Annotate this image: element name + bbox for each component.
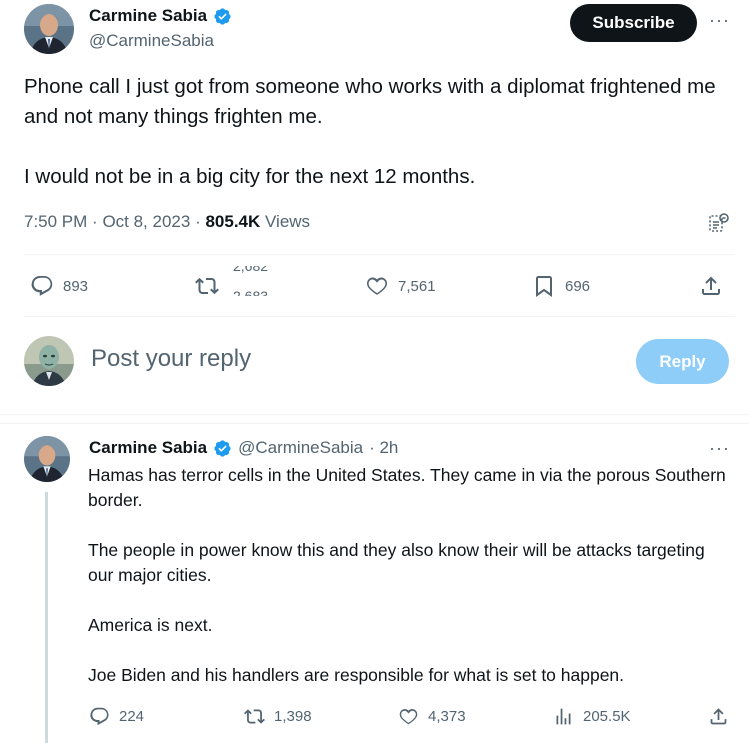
retweet-count: 2,682 2,683 [233, 266, 283, 296]
views-label: Views [265, 212, 311, 231]
like-count: 7,561 [398, 277, 436, 295]
reply-action[interactable]: 893 [30, 274, 88, 298]
thread-connector-line [45, 492, 48, 743]
tweet-paragraph: Joe Biden and his handlers are responsib… [88, 665, 625, 685]
verified-badge-icon[interactable] [213, 439, 232, 458]
tweet-paragraph: I would not be in a big city for the nex… [24, 165, 476, 188]
author-avatar[interactable] [24, 4, 74, 54]
share-icon [710, 708, 727, 725]
tweet-paragraph: Phone call I just got from someone who w… [24, 75, 716, 128]
author-name-row[interactable]: Carmine Sabia [89, 6, 232, 26]
tweet-date[interactable]: Oct 8, 2023 [102, 212, 190, 231]
subscribe-button[interactable]: Subscribe [570, 4, 697, 42]
views-count: 805.4K [205, 212, 261, 231]
grok-icon[interactable] [707, 211, 731, 240]
thread-share-action[interactable] [708, 706, 729, 727]
thread-tweet-age[interactable]: · 2h [369, 438, 398, 458]
verified-badge-icon[interactable] [213, 7, 232, 26]
section-separator [0, 414, 749, 424]
divider [24, 316, 735, 317]
thread-views-action[interactable]: 205.5K [553, 706, 631, 727]
more-icon[interactable]: ··· [709, 438, 730, 459]
views-icon [556, 708, 571, 725]
thread-views-count: 205.5K [583, 708, 631, 725]
thread-reply-count: 224 [119, 708, 145, 725]
thread-like-action[interactable]: 4,373 [398, 706, 466, 727]
thread-author-avatar[interactable] [24, 436, 70, 482]
author-name[interactable]: Carmine Sabia [89, 6, 207, 26]
reply-icon [90, 707, 109, 726]
thread-like-count: 4,373 [428, 708, 466, 725]
bookmark-action[interactable]: 696 [532, 274, 590, 298]
thread-author-handle[interactable]: @CarmineSabia [238, 438, 363, 458]
thread-author-row: Carmine Sabia @CarmineSabia · 2h [89, 438, 398, 458]
like-icon [399, 709, 418, 725]
tweet-paragraph: Hamas has terror cells in the United Sta… [88, 465, 726, 510]
reply-button[interactable]: Reply [636, 339, 729, 384]
more-icon[interactable]: ··· [709, 10, 730, 31]
share-action[interactable] [699, 274, 723, 298]
tweet-text: Phone call I just got from someone who w… [24, 72, 734, 222]
tweet-paragraph: America is next. [88, 615, 213, 635]
retweet-icon [244, 709, 265, 724]
bookmark-icon [536, 276, 552, 297]
retweet-count-previous: 2,682 [233, 266, 269, 274]
author-handle[interactable]: @CarmineSabia [89, 31, 214, 51]
retweet-icon [195, 277, 219, 295]
retweet-count-current: 2,683 [233, 288, 269, 296]
thread-tweet-text: Hamas has terror cells in the United Sta… [88, 463, 728, 713]
thread-author-name[interactable]: Carmine Sabia [89, 438, 207, 458]
reply-count: 893 [63, 277, 89, 295]
thread-retweet-action[interactable]: 1,398 [244, 706, 312, 727]
tweet-time[interactable]: 7:50 PM [24, 212, 87, 231]
bookmark-count: 696 [565, 277, 591, 295]
thread-retweet-count: 1,398 [274, 708, 312, 725]
like-action[interactable]: 7,561 [365, 274, 436, 298]
tweet-paragraph: The people in power know this and they a… [88, 540, 705, 585]
divider [24, 254, 735, 255]
thread-reply-action[interactable]: 224 [89, 706, 144, 727]
like-icon [367, 277, 387, 295]
reply-icon [31, 276, 53, 296]
reply-input[interactable]: Post your reply [91, 345, 251, 373]
share-icon [702, 276, 720, 295]
tweet-meta: 7:50 PM · Oct 8, 2023 · 805.4K Views [24, 212, 311, 231]
current-user-avatar[interactable] [24, 336, 74, 386]
retweet-action[interactable] [195, 274, 219, 298]
